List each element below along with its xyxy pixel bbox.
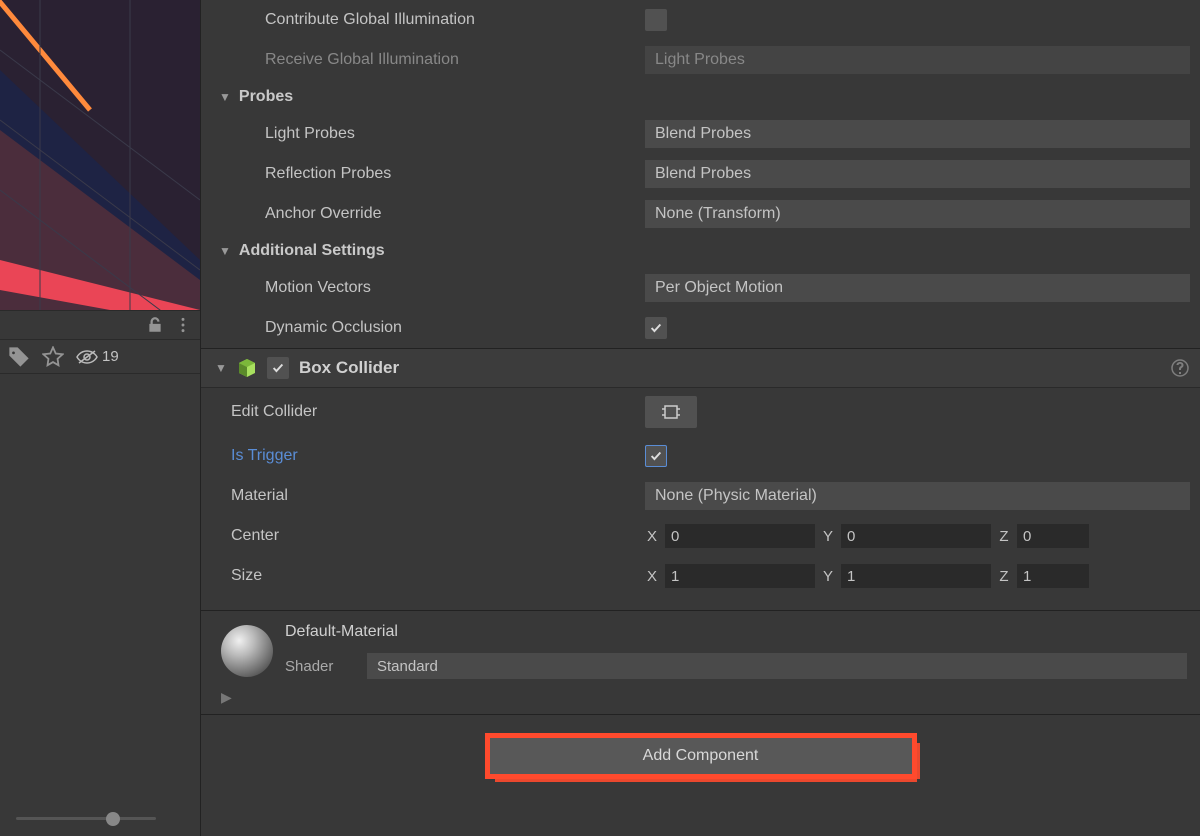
label-receive-gi: Receive Global Illumination — [265, 51, 645, 69]
row-motion-vectors: Motion Vectors Per Object Motion — [201, 268, 1200, 308]
add-component-area: Add Component — [201, 714, 1200, 797]
visibility-badge[interactable]: 19 — [76, 348, 119, 365]
vector3-size: X Y Z — [645, 564, 1190, 588]
row-light-probes: Light Probes Blend Probes — [201, 114, 1200, 154]
dropdown-motion-vectors[interactable]: Per Object Motion — [645, 274, 1190, 302]
component-box-collider[interactable]: ▼ Box Collider — [201, 348, 1200, 388]
edit-collider-button[interactable] — [645, 396, 697, 428]
star-icon[interactable] — [42, 346, 64, 368]
center-x-input[interactable] — [665, 524, 815, 548]
row-is-trigger: Is Trigger — [201, 436, 1200, 476]
dropdown-receive-gi: Light Probes — [645, 46, 1190, 74]
axis-x-label: X — [645, 568, 659, 585]
box-collider-icon — [237, 358, 257, 378]
hierarchy-panel[interactable] — [0, 374, 200, 800]
label-light-probes: Light Probes — [265, 125, 645, 143]
section-title-additional: Additional Settings — [239, 242, 385, 260]
label-reflection-probes: Reflection Probes — [265, 165, 645, 183]
dropdown-anchor-override[interactable]: None (Transform) — [645, 200, 1190, 228]
chevron-down-icon: ▼ — [219, 244, 231, 258]
shader-dropdown[interactable]: Standard — [367, 653, 1187, 679]
row-contribute-gi: Contribute Global Illumination — [201, 0, 1200, 40]
add-component-label: Add Component — [643, 747, 759, 765]
vector3-center: X Y Z — [645, 524, 1190, 548]
size-x-input[interactable] — [665, 564, 815, 588]
axis-x-label: X — [645, 528, 659, 545]
lock-open-icon[interactable] — [146, 316, 164, 334]
section-title-probes: Probes — [239, 88, 293, 106]
section-probes[interactable]: ▼ Probes — [201, 80, 1200, 114]
shader-label: Shader — [285, 658, 355, 675]
checkbox-enable-collider[interactable] — [267, 357, 289, 379]
checkbox-dynamic-occlusion[interactable] — [645, 317, 667, 339]
row-edit-collider: Edit Collider — [201, 388, 1200, 436]
label-size: Size — [231, 567, 645, 585]
checkbox-contribute-gi[interactable] — [645, 9, 667, 31]
material-preview-sphere[interactable] — [221, 625, 273, 677]
row-receive-gi: Receive Global Illumination Light Probes — [201, 40, 1200, 80]
label-center: Center — [231, 527, 645, 545]
label-contribute-gi: Contribute Global Illumination — [265, 11, 645, 29]
axis-z-label: Z — [997, 568, 1011, 585]
left-panel: 19 — [0, 0, 200, 836]
hierarchy-toolbar: 19 — [0, 340, 200, 374]
dropdown-reflection-probes[interactable]: Blend Probes — [645, 160, 1190, 188]
tag-icon[interactable] — [8, 346, 30, 368]
help-icon[interactable] — [1170, 358, 1190, 378]
scene-viewport[interactable] — [0, 0, 200, 310]
label-is-trigger: Is Trigger — [231, 447, 645, 465]
size-z-input[interactable] — [1017, 564, 1089, 588]
chevron-down-icon: ▼ — [215, 361, 227, 375]
row-reflection-probes: Reflection Probes Blend Probes — [201, 154, 1200, 194]
axis-y-label: Y — [821, 568, 835, 585]
center-z-input[interactable] — [1017, 524, 1089, 548]
dropdown-light-probes[interactable]: Blend Probes — [645, 120, 1190, 148]
viewport-toolbar — [0, 310, 200, 340]
material-name: Default-Material — [285, 623, 1187, 641]
center-y-input[interactable] — [841, 524, 991, 548]
label-edit-collider: Edit Collider — [231, 403, 645, 421]
row-anchor-override: Anchor Override None (Transform) — [201, 194, 1200, 234]
row-size: Size X Y Z — [201, 556, 1200, 596]
row-dynamic-occlusion: Dynamic Occlusion — [201, 308, 1200, 348]
visibility-count: 19 — [102, 348, 119, 365]
chevron-down-icon: ▼ — [219, 90, 231, 104]
axis-z-label: Z — [997, 528, 1011, 545]
section-additional[interactable]: ▼ Additional Settings — [201, 234, 1200, 268]
row-center: Center X Y Z — [201, 516, 1200, 556]
label-material: Material — [231, 487, 645, 505]
kebab-menu-icon[interactable] — [174, 316, 192, 334]
size-y-input[interactable] — [841, 564, 991, 588]
row-material: Material None (Physic Material) — [201, 476, 1200, 516]
checkbox-is-trigger[interactable] — [645, 445, 667, 467]
material-section: Default-Material Shader Standard ▶ — [201, 610, 1200, 714]
label-dynamic-occlusion: Dynamic Occlusion — [265, 319, 645, 337]
label-motion-vectors: Motion Vectors — [265, 279, 645, 297]
axis-y-label: Y — [821, 528, 835, 545]
dropdown-physic-material[interactable]: None (Physic Material) — [645, 482, 1190, 510]
zoom-slider[interactable] — [0, 800, 200, 836]
component-title: Box Collider — [299, 358, 1160, 378]
label-anchor-override: Anchor Override — [265, 205, 645, 223]
chevron-right-icon[interactable]: ▶ — [221, 689, 1200, 706]
inspector-panel: Contribute Global Illumination Receive G… — [200, 0, 1200, 836]
add-component-button[interactable]: Add Component — [490, 738, 912, 774]
